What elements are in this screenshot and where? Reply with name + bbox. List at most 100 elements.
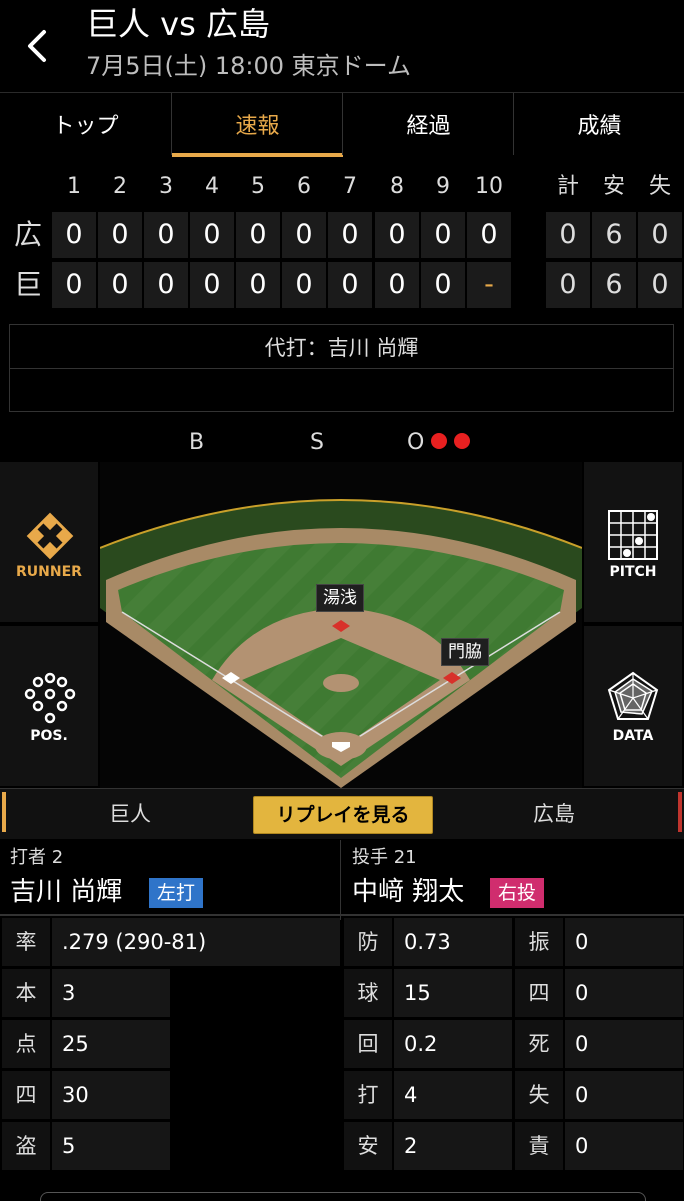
inning-score: 0 xyxy=(421,262,465,308)
ball-count-label: B xyxy=(189,430,205,455)
inning-score: 0 xyxy=(52,212,96,258)
runner-button[interactable]: RUNNER xyxy=(0,462,98,622)
pitcher-stat-label: 回 xyxy=(344,1020,392,1068)
pitch-button[interactable]: PITCH xyxy=(584,462,682,622)
team-color-bar xyxy=(678,792,682,832)
positions-icon xyxy=(24,672,76,724)
batter-stat-value: .279 (290-81) xyxy=(52,918,340,966)
pitcher-stat-label: 球 xyxy=(344,969,392,1017)
pitcher-stat-value: 0 xyxy=(565,1020,683,1068)
batter-role: 打者 2 xyxy=(10,847,64,868)
batter-stat-value: 3 xyxy=(52,969,170,1017)
total-score: 0 xyxy=(638,212,682,258)
divider xyxy=(10,368,673,369)
data-button[interactable]: DATA xyxy=(584,626,682,786)
pitcher-role: 投手 21 xyxy=(352,847,417,868)
positions-label: POS. xyxy=(30,728,68,744)
strike-count-label: S xyxy=(310,430,324,455)
pitcher-stat-label: 責 xyxy=(515,1122,563,1170)
inning-header: 2 xyxy=(113,174,127,199)
pitch-label: PITCH xyxy=(609,564,657,580)
tab-stats[interactable]: 成績 xyxy=(513,93,684,155)
inning-score: 0 xyxy=(144,262,188,308)
inning-score: 0 xyxy=(190,212,234,258)
batter-stat-label: 本 xyxy=(2,969,50,1017)
positions-button[interactable]: POS. xyxy=(0,626,98,786)
field-graphic xyxy=(99,499,583,788)
pitcher-name: 中﨑 翔太 xyxy=(352,877,465,907)
replay-button[interactable]: リプレイを見る xyxy=(253,796,433,834)
pitcher-stat-label: 安 xyxy=(344,1122,392,1170)
tab-bar: トップ 速報 経過 成績 xyxy=(0,92,684,157)
game-info: 7月5日(土) 18:00 東京ドーム xyxy=(86,52,411,80)
inning-score: 0 xyxy=(282,262,326,308)
team-initial: 巨 xyxy=(13,268,42,301)
inning-score: 0 xyxy=(282,212,326,258)
out-indicator xyxy=(431,433,447,449)
inning-header: 6 xyxy=(297,174,311,199)
pitcher-stat-label: 失 xyxy=(515,1071,563,1119)
inning-header: 5 xyxy=(251,174,265,199)
total-score: 6 xyxy=(592,212,636,258)
total-score: 0 xyxy=(546,262,590,308)
inning-header: 4 xyxy=(205,174,219,199)
pitcher-stat-value: 0 xyxy=(565,1122,683,1170)
runner-first-name: 門脇 xyxy=(441,638,489,666)
runner-label: RUNNER xyxy=(16,564,82,580)
inning-score: 0 xyxy=(98,262,142,308)
radar-chart-icon xyxy=(607,671,659,720)
batter-stat-value: 5 xyxy=(52,1122,170,1170)
team-initial: 広 xyxy=(13,218,42,251)
pitch-grid-icon xyxy=(608,510,658,560)
pitcher-hand-badge: 右投 xyxy=(490,878,545,908)
inning-score: 0 xyxy=(190,262,234,308)
pitcher-stat-value: 2 xyxy=(394,1122,512,1170)
team-right-tab[interactable]: 広島 xyxy=(444,792,664,836)
tab-top[interactable]: トップ xyxy=(0,93,171,155)
inning-header: 10 xyxy=(475,174,503,199)
tab-live[interactable]: 速報 xyxy=(171,93,343,157)
pitcher-stat-label: 死 xyxy=(515,1020,563,1068)
inning-score: 0 xyxy=(98,212,142,258)
pitcher-stat-value: 0.73 xyxy=(394,918,512,966)
batter-stat-label: 点 xyxy=(2,1020,50,1068)
inning-score: - xyxy=(467,262,511,308)
inning-score: 0 xyxy=(52,262,96,308)
pitcher-stat-value: 0 xyxy=(565,969,683,1017)
inning-score: 0 xyxy=(375,212,419,258)
inning-score: 0 xyxy=(328,212,372,258)
batter-stat-label: 率 xyxy=(2,918,50,966)
out-count-label: O xyxy=(407,430,425,455)
inning-score: 0 xyxy=(236,262,280,308)
pitcher-stat-label: 四 xyxy=(515,969,563,1017)
out-indicator xyxy=(454,433,470,449)
pitcher-stat-label: 防 xyxy=(344,918,392,966)
pitcher-stat-value: 0 xyxy=(565,1071,683,1119)
inning-score: 0 xyxy=(236,212,280,258)
team-left-tab[interactable]: 巨人 xyxy=(20,792,240,836)
batter-hand-badge: 左打 xyxy=(149,878,204,908)
inning-header: 9 xyxy=(436,174,450,199)
tab-progress[interactable]: 経過 xyxy=(342,93,514,155)
inning-header: 7 xyxy=(343,174,357,199)
pitcher-stat-value: 4 xyxy=(394,1071,512,1119)
batter-stat-value: 30 xyxy=(52,1071,170,1119)
inning-score: 0 xyxy=(328,262,372,308)
diamond-icon xyxy=(26,512,74,560)
batter-name: 吉川 尚輝 xyxy=(10,877,123,907)
pitcher-stat-label: 振 xyxy=(515,918,563,966)
team-color-bar xyxy=(2,792,6,832)
play-message: 代打：吉川 尚輝 xyxy=(264,336,419,360)
inning-header: 3 xyxy=(159,174,173,199)
total-score: 0 xyxy=(546,212,590,258)
total-header: 計 xyxy=(556,174,579,199)
batter-stat-label: 四 xyxy=(2,1071,50,1119)
runner-second-name: 湯浅 xyxy=(316,584,364,612)
inning-header: 1 xyxy=(67,174,81,199)
divider xyxy=(340,840,341,920)
back-button[interactable] xyxy=(20,28,56,64)
total-score: 6 xyxy=(592,262,636,308)
data-label: DATA xyxy=(612,728,654,744)
inning-score: 0 xyxy=(467,212,511,258)
chevron-left-icon xyxy=(28,30,46,62)
